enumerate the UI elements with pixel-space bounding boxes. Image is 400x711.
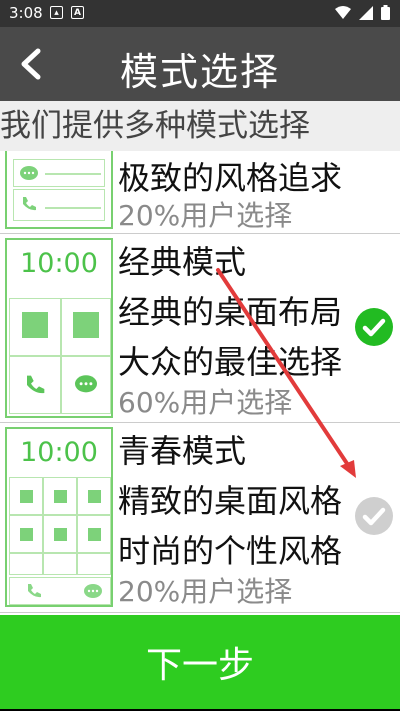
phone-icon bbox=[27, 375, 45, 394]
preview-time: 10:00 bbox=[20, 248, 98, 279]
preview-line bbox=[45, 173, 101, 175]
divider bbox=[0, 612, 400, 613]
preview-square bbox=[88, 528, 101, 541]
divider bbox=[0, 422, 400, 423]
mode-preview-classic: 10:00 bbox=[5, 238, 113, 418]
preview-square bbox=[22, 312, 48, 338]
mode-usage: 20%用户选择 bbox=[118, 575, 293, 608]
unchecked-circle-icon[interactable] bbox=[354, 496, 394, 536]
preview-square bbox=[54, 528, 67, 541]
preview-line bbox=[45, 207, 101, 209]
mode-card-minimal[interactable]: 极致的风格追求 20%用户选择 bbox=[0, 151, 400, 232]
preview-cell bbox=[77, 553, 111, 575]
mode-name: 青春模式 bbox=[118, 432, 247, 470]
signal-icon bbox=[359, 5, 373, 20]
status-notification-icons: ▴ A bbox=[50, 6, 84, 19]
status-system-icons bbox=[335, 5, 390, 20]
status-bar: 3:08 ▴ A bbox=[0, 0, 400, 27]
mode-usage: 20%用户选择 bbox=[118, 199, 293, 232]
message-icon bbox=[84, 584, 102, 598]
message-icon bbox=[75, 375, 97, 393]
next-step-button[interactable]: 下一步 bbox=[0, 615, 400, 709]
mode-usage: 60%用户选择 bbox=[118, 386, 293, 419]
mode-desc-line2: 大众的最佳选择 bbox=[118, 343, 343, 381]
battery-icon bbox=[381, 5, 390, 20]
phone-icon bbox=[23, 197, 36, 211]
preview-cell bbox=[9, 553, 43, 575]
mode-preview-youth: 10:00 bbox=[5, 427, 113, 607]
app-notification-icon: A bbox=[71, 6, 84, 19]
mode-name: 经典模式 bbox=[118, 243, 247, 281]
mode-preview-minimal bbox=[5, 151, 113, 229]
mode-desc-line1: 经典的桌面布局 bbox=[118, 293, 343, 331]
mode-desc-line2: 时尚的个性风格 bbox=[118, 532, 343, 570]
app-bar: 模式选择 bbox=[0, 27, 400, 101]
mode-card-classic[interactable]: 10:00 经典模式 经典的桌面布局 大众的最佳选择 60%用户选择 bbox=[0, 235, 400, 419]
preview-square bbox=[20, 490, 33, 503]
preview-square bbox=[73, 312, 99, 338]
preview-square bbox=[88, 490, 101, 503]
subheader-text: 我们提供多种模式选择 bbox=[0, 101, 400, 151]
wifi-icon bbox=[335, 5, 351, 19]
preview-square bbox=[54, 490, 67, 503]
mode-list[interactable]: 极致的风格追求 20%用户选择 10:00 经典模式 经典的桌面布局 大众的最佳… bbox=[0, 151, 400, 615]
checked-circle-icon[interactable] bbox=[354, 307, 394, 347]
preview-square bbox=[20, 528, 33, 541]
message-icon bbox=[20, 166, 38, 180]
mode-desc-line1: 极致的风格追求 bbox=[118, 159, 343, 197]
page-title: 模式选择 bbox=[119, 50, 280, 94]
image-notification-icon: ▴ bbox=[50, 6, 63, 19]
status-time: 3:08 bbox=[9, 4, 43, 22]
preview-time: 10:00 bbox=[20, 437, 98, 468]
phone-icon bbox=[28, 584, 41, 598]
preview-cell bbox=[43, 553, 77, 575]
mode-desc-line1: 精致的桌面风格 bbox=[118, 482, 343, 520]
divider bbox=[0, 233, 400, 234]
mode-card-youth[interactable]: 10:00 青春模式 精致的桌面风格 时尚的个性风格 20%用户选择 bbox=[0, 424, 400, 610]
